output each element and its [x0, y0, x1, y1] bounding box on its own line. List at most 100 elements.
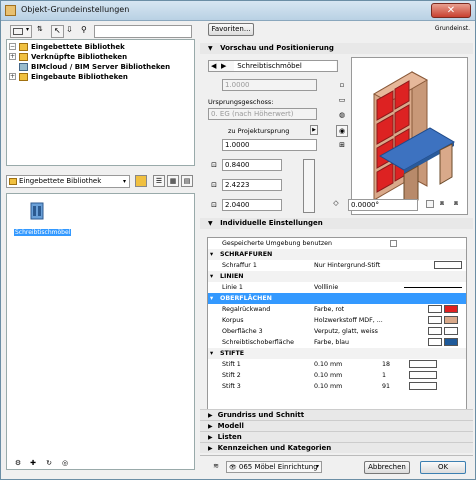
cancel-button[interactable]: Abbrechen	[364, 461, 410, 474]
surface-color-swatch[interactable]	[444, 327, 458, 335]
close-button[interactable]: ✕	[431, 3, 471, 18]
expand-icon[interactable]: +	[9, 73, 16, 80]
property-row[interactable]: Schreibtischoberfläche Farbe, blau	[208, 337, 466, 348]
expand-icon[interactable]: +	[9, 53, 16, 60]
search-input[interactable]	[94, 25, 192, 38]
layer-select[interactable]: 👁 065 Möbel Einrichtung ▾	[226, 461, 322, 473]
property-value[interactable]: Nur Hintergrund-Stift	[314, 260, 380, 271]
property-value[interactable]: 0.10 mm	[314, 359, 342, 370]
window-title: Objekt-Grundeinstellungen	[21, 5, 130, 14]
property-label: Schraffur 1	[222, 262, 257, 269]
property-value[interactable]: 0.10 mm	[314, 381, 342, 392]
library-folder-icon	[19, 73, 28, 81]
sort-icon[interactable]: ⇅	[37, 25, 48, 38]
view-mode-dropdown[interactable]: ▾	[10, 25, 32, 38]
property-row[interactable]: Oberfläche 3 Verputz, glatt, weiss	[208, 326, 466, 337]
object-name-field[interactable]: ◀ ▶ Schreibtischmöbel	[208, 60, 338, 72]
library-select[interactable]: Eingebettete Bibliothek ▾	[6, 175, 130, 188]
property-value[interactable]: 0.10 mm	[314, 370, 342, 381]
pen-swatch[interactable]	[409, 360, 437, 368]
property-value[interactable]: Verputz, glatt, weiss	[314, 326, 378, 337]
category-row[interactable]: ▾ SCHRAFFUREN	[208, 249, 466, 260]
surface-swatch[interactable]	[428, 305, 442, 313]
saved-environment-row[interactable]: Gespeicherte Umgebung benutzen	[208, 238, 466, 249]
category-toggle-icon[interactable]: ▾	[210, 293, 213, 304]
z-size-field[interactable]: 2.0400	[222, 199, 282, 211]
fill-swatch[interactable]	[434, 261, 462, 269]
collapsed-section-header[interactable]: ▶ Listen	[200, 431, 473, 442]
relative-dropdown[interactable]: ▶	[310, 125, 318, 135]
library-manager-icon[interactable]: ⚙	[12, 458, 24, 470]
pen-swatch[interactable]	[409, 382, 437, 390]
pen-number: 91	[382, 383, 391, 390]
x-size-field[interactable]: 0.8400	[222, 159, 282, 171]
reload-icon[interactable]: ↻	[43, 458, 55, 470]
category-row[interactable]: ▾ STIFTE	[208, 348, 466, 359]
collapse-icon: ▼	[208, 45, 213, 52]
property-value[interactable]: Volllinie	[314, 282, 338, 293]
list-view-icon[interactable]: ⊞	[336, 140, 348, 152]
settings-panel: Favoriten... Grundeinst. ▼ Vorschau und …	[200, 23, 473, 477]
property-row[interactable]: Linie 1 Volllinie	[208, 282, 466, 293]
detail-view-icon[interactable]: ▦	[167, 175, 179, 187]
property-value[interactable]: Holzwerkstoff MDF, ...	[314, 315, 383, 326]
category-toggle-icon[interactable]: ▾	[210, 348, 213, 359]
library-panel: ▾ ⇅ ↖ ⇩ ⚲ − Eingebettete Bibliothek + Ve…	[6, 23, 195, 477]
property-value[interactable]: Farbe, rot	[314, 304, 344, 315]
angle-field[interactable]: 0.0000°	[348, 199, 418, 211]
search-icon[interactable]: ⚲	[81, 25, 94, 38]
property-label: Linie 1	[222, 284, 243, 291]
floor-plan-view-icon[interactable]: ▫	[336, 80, 348, 92]
list-view-icon[interactable]: ☰	[153, 175, 165, 187]
property-row[interactable]: Stift 1 0.10 mm 18	[208, 359, 466, 370]
dialog-window: Objekt-Grundeinstellungen ✕ ▾ ⇅ ↖ ⇩ ⚲ − …	[0, 0, 476, 480]
y-size-field[interactable]: 2.4223	[222, 179, 282, 191]
collapse-icon: ▼	[208, 220, 213, 227]
surface-swatch[interactable]	[428, 338, 442, 346]
filter-icon[interactable]: ⇩	[66, 25, 79, 38]
property-value[interactable]: Farbe, blau	[314, 337, 349, 348]
selection-tool-icon[interactable]: ↖	[51, 25, 64, 38]
category-row[interactable]: ▾ OBERFLÄCHEN	[208, 293, 466, 304]
property-row[interactable]: Regalrückwand Farbe, rot	[208, 304, 466, 315]
property-label: Stift 1	[222, 361, 241, 368]
category-toggle-icon[interactable]: ▾	[210, 249, 213, 260]
surface-swatch[interactable]	[428, 327, 442, 335]
favorites-button[interactable]: Favoriten...	[208, 23, 254, 36]
collapsed-section-header[interactable]: ▶ Grundriss und Schnitt	[200, 409, 473, 420]
property-row[interactable]: Korpus Holzwerkstoff MDF, ...	[208, 315, 466, 326]
elevation-field[interactable]: 1.0000	[222, 139, 317, 151]
add-object-icon[interactable]: ✚	[27, 458, 39, 470]
property-row[interactable]: Stift 3 0.10 mm 91	[208, 381, 466, 392]
ok-button[interactable]: OK	[420, 461, 466, 474]
prev-object-icon[interactable]	[206, 57, 218, 69]
saved-environment-checkbox[interactable]	[390, 240, 397, 247]
property-row[interactable]: Stift 2 0.10 mm 1	[208, 370, 466, 381]
collapsed-section-header[interactable]: ▶ Modell	[200, 420, 473, 431]
axonometry-view-icon[interactable]: ◍	[336, 110, 348, 122]
3d-view-icon[interactable]: ◉	[336, 125, 348, 137]
origin-label: Ursprungsgeschoss:	[208, 98, 274, 106]
surface-swatch[interactable]	[428, 316, 442, 324]
icon-view-icon[interactable]: ▤	[181, 175, 193, 187]
object-item[interactable]: Schreibtischmöbel	[12, 196, 72, 238]
individual-section-header[interactable]: ▼ Individuelle Einstellungen	[200, 218, 473, 229]
surface-color-swatch[interactable]	[444, 338, 458, 346]
pen-swatch[interactable]	[409, 371, 437, 379]
category-row[interactable]: ▾ LINIEN	[208, 271, 466, 282]
title-bar: Objekt-Grundeinstellungen ✕	[1, 1, 475, 21]
new-folder-icon[interactable]	[135, 175, 147, 187]
category-toggle-icon[interactable]: ▾	[210, 271, 213, 282]
expand-icon[interactable]: −	[9, 43, 16, 50]
origin-select[interactable]: 0. EG (nach Höherwert)	[208, 108, 317, 120]
property-row[interactable]: Schraffur 1 Nur Hintergrund-Stift	[208, 260, 466, 271]
globe-icon[interactable]: ◎	[59, 458, 71, 470]
section-view-icon[interactable]: ▭	[336, 95, 348, 107]
surface-color-swatch[interactable]	[444, 316, 458, 324]
proportion-lock-icon[interactable]	[303, 159, 315, 213]
mirror-checkbox[interactable]	[426, 200, 434, 208]
preview-section-header[interactable]: ▼ Vorschau und Positionierung	[200, 43, 473, 54]
height-field[interactable]: 1.0000	[222, 79, 317, 91]
collapsed-section-header[interactable]: ▶ Kennzeichen und Kategorien	[200, 442, 473, 453]
surface-color-swatch[interactable]	[444, 305, 458, 313]
